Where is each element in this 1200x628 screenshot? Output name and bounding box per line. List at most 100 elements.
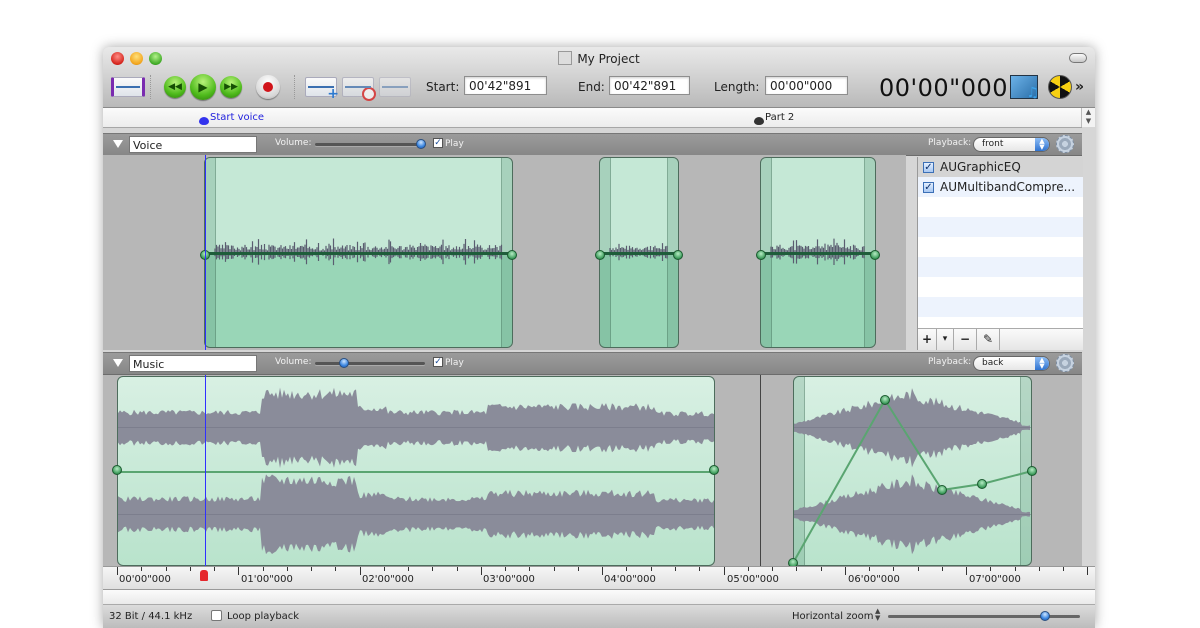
- ruler-minor-tick: [529, 567, 531, 571]
- play-button[interactable]: ▶: [190, 74, 216, 100]
- zoom-stepper[interactable]: ▲ ▼: [875, 608, 880, 622]
- volume-slider[interactable]: [315, 358, 425, 368]
- envelope-node[interactable]: [1027, 466, 1037, 476]
- horizontal-zoom-knob[interactable]: [1040, 611, 1051, 621]
- marker-part-2[interactable]: Part 2: [754, 112, 794, 125]
- select-arrows-icon: ▲ ▼: [1035, 138, 1049, 151]
- toolbar-overflow-button[interactable]: »: [1075, 74, 1084, 100]
- playhead[interactable]: [205, 155, 206, 350]
- ruler-minor-tick: [1063, 567, 1065, 571]
- ruler-minor-tick: [408, 567, 410, 571]
- length-field[interactable]: 00'00"000: [765, 76, 848, 95]
- add-effect-button[interactable]: +: [918, 329, 937, 350]
- horizontal-zoom-label: Horizontal zoom: [792, 611, 874, 622]
- crossfade-icon: [379, 77, 411, 97]
- track-settings-gear-icon[interactable]: [1056, 135, 1074, 153]
- effect-enabled-checkbox[interactable]: ✓: [923, 181, 934, 193]
- volume-slider-knob[interactable]: [338, 358, 349, 368]
- ruler-label: 01'00"000: [241, 574, 293, 585]
- envelope-node[interactable]: [937, 485, 947, 495]
- current-time-display: 00'00"000: [879, 74, 1009, 102]
- horizontal-scrollbar[interactable]: [103, 590, 1095, 605]
- ruler-minor-tick: [869, 567, 871, 571]
- audio-clip[interactable]: [204, 157, 513, 348]
- effect-empty-row: [918, 237, 1083, 257]
- add-audio-icon: +: [305, 77, 339, 102]
- ruler-minor-tick: [262, 567, 264, 571]
- envelope-node[interactable]: [756, 250, 766, 260]
- volume-slider-knob[interactable]: [415, 139, 426, 149]
- effect-item-aumultibandcompressor[interactable]: ✓ AUMultibandCompre...: [918, 177, 1083, 197]
- envelope-node[interactable]: [595, 250, 605, 260]
- audio-clip[interactable]: [599, 157, 679, 348]
- track-settings-gear-icon[interactable]: [1056, 354, 1074, 372]
- loop-playback-label: Loop playback: [227, 611, 300, 622]
- ruler-minor-tick: [141, 567, 143, 571]
- record-button[interactable]: [256, 74, 280, 100]
- envelope-node[interactable]: [673, 250, 683, 260]
- envelope-node[interactable]: [870, 250, 880, 260]
- envelope-node[interactable]: [507, 250, 517, 260]
- playback-label: Playback:: [928, 357, 972, 367]
- effect-enabled-checkbox[interactable]: ✓: [923, 161, 934, 173]
- playback-select[interactable]: back ▲ ▼: [973, 356, 1050, 371]
- play-label: Play: [445, 358, 464, 368]
- ruler-major-tick: [238, 567, 240, 575]
- volume-envelope-line: [761, 252, 875, 255]
- track-header-music: Music Volume: ✓ Play Playback: back ▲ ▼: [103, 352, 1082, 375]
- playback-label: Playback:: [928, 138, 972, 148]
- rewind-button[interactable]: ◀◀: [164, 74, 186, 100]
- playback-select[interactable]: front ▲ ▼: [973, 137, 1050, 152]
- envelope-node[interactable]: [977, 479, 987, 489]
- ruler-minor-tick: [311, 567, 313, 571]
- loop-playback-checkbox[interactable]: [211, 610, 222, 621]
- playhead[interactable]: [205, 375, 206, 566]
- envelope-node[interactable]: [880, 395, 890, 405]
- fast-forward-button[interactable]: ▶▶: [220, 74, 242, 100]
- ruler-label: 06'00"000: [848, 574, 900, 585]
- add-audio-button[interactable]: +: [305, 74, 339, 102]
- audio-clip[interactable]: [117, 376, 715, 566]
- remove-effect-button[interactable]: −: [954, 329, 977, 350]
- start-time-field[interactable]: 00'42"891: [464, 76, 547, 95]
- track-name-field[interactable]: Music: [129, 355, 257, 372]
- disclosure-triangle-icon[interactable]: [113, 359, 123, 367]
- disclosure-triangle-icon[interactable]: [113, 140, 123, 148]
- burn-button[interactable]: [1048, 74, 1072, 100]
- track-view-button[interactable]: [111, 74, 145, 100]
- toolbar-toggle-button[interactable]: [1069, 53, 1087, 63]
- end-time-field[interactable]: 00'42"891: [609, 76, 690, 95]
- play-checkbox[interactable]: ✓: [433, 357, 443, 367]
- volume-label: Volume:: [275, 138, 312, 148]
- crossfade-button[interactable]: [379, 74, 411, 100]
- envelope-node[interactable]: [709, 465, 719, 475]
- volume-envelope-line: [118, 471, 714, 473]
- playhead-marker-icon[interactable]: [200, 570, 208, 581]
- timeline-ruler[interactable]: 00'00"000 01'00"000 02'00"000 03'00"000 …: [103, 566, 1095, 590]
- play-checkbox[interactable]: ✓: [433, 138, 443, 148]
- ruler-minor-tick: [820, 567, 822, 571]
- marker-start-voice[interactable]: Start voice: [199, 112, 264, 125]
- track-name-field[interactable]: Voice: [129, 136, 257, 153]
- audio-clip[interactable]: [793, 376, 1032, 566]
- volume-slider[interactable]: [315, 139, 426, 149]
- effect-item-augraphiceq[interactable]: ✓ AUGraphicEQ: [918, 157, 1083, 177]
- media-browser-button[interactable]: ♫: [1010, 74, 1039, 101]
- audio-format-label: 32 Bit / 44.1 kHz: [109, 611, 193, 622]
- envelope-node[interactable]: [112, 465, 122, 475]
- envelope-node[interactable]: [788, 558, 798, 566]
- remove-audio-button[interactable]: [342, 74, 376, 101]
- ruler-minor-tick: [553, 567, 555, 571]
- add-effect-menu-button[interactable]: ▾: [937, 329, 954, 350]
- audio-clip[interactable]: [760, 157, 876, 348]
- ruler-major-tick: [966, 567, 968, 575]
- document-icon: [558, 51, 573, 65]
- fast-forward-icon: ▶▶: [220, 76, 242, 98]
- edit-effect-button[interactable]: ✎: [977, 329, 1000, 350]
- horizontal-zoom-slider[interactable]: [888, 611, 1080, 621]
- marker-icon: [754, 116, 764, 125]
- ruler-minor-tick: [165, 567, 167, 571]
- vertical-scroll-arrows[interactable]: ▲ ▼: [1081, 108, 1095, 127]
- ruler-label: 07'00"000: [969, 574, 1021, 585]
- track-header-voice: Voice Volume: ✓ Play Playback: front ▲ ▼: [103, 133, 1082, 156]
